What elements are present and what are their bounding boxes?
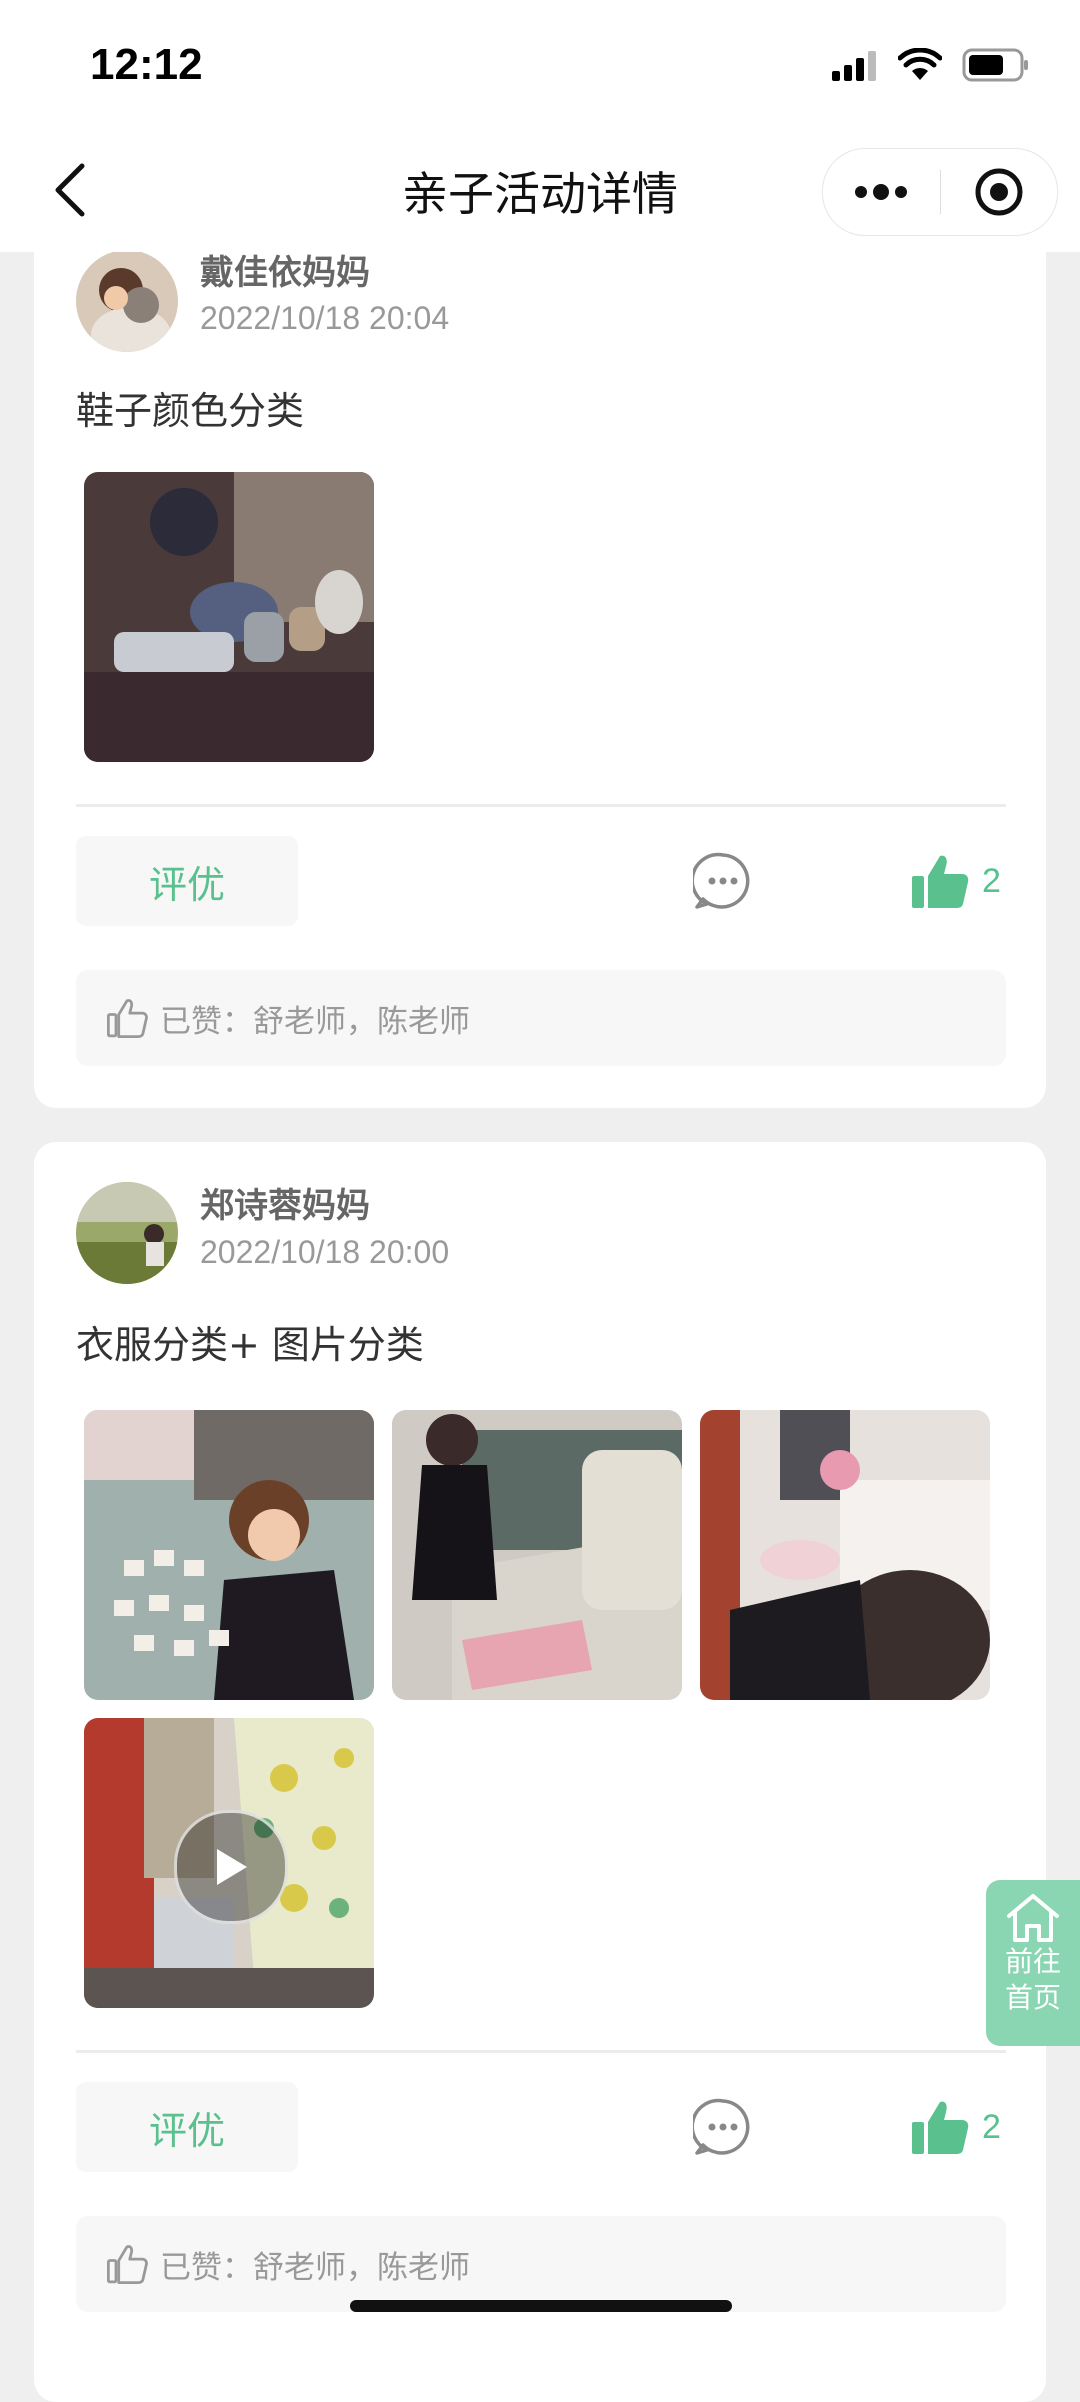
post-date: 2022/10/18 20:00: [200, 1234, 450, 1270]
comment-icon: [693, 852, 750, 909]
chevron-left-icon: [55, 163, 85, 217]
divider: [76, 804, 1006, 807]
more-button[interactable]: [823, 149, 940, 235]
rate-excellent-button[interactable]: 评优: [76, 2082, 298, 2172]
like-count: 2: [982, 861, 1001, 900]
post-card: 戴佳依妈妈 2022/10/18 20:04 鞋子颜色分类 评优 2 已赞：舒老…: [34, 140, 1046, 1108]
go-home-button[interactable]: 前往 首页: [986, 1880, 1080, 2046]
divider: [76, 2050, 1006, 2053]
post-photo[interactable]: [84, 472, 374, 762]
thumbs-up-filled-icon: [912, 2101, 969, 2154]
thumbs-up-outline-icon: [107, 999, 148, 1038]
likes-summary: 已赞：舒老师，陈老师: [76, 970, 1006, 1066]
more-dots-icon: [855, 184, 908, 200]
thumbs-up-filled-icon: [912, 855, 969, 908]
likes-text: 已赞：舒老师，陈老师: [160, 2249, 470, 2286]
home-label-line1: 前往: [1004, 1945, 1061, 1978]
post-photo[interactable]: [700, 1410, 990, 1700]
comment-icon: [693, 2098, 750, 2155]
thumbs-up-outline-icon: [107, 2245, 148, 2284]
close-miniprogram-button[interactable]: [941, 149, 1058, 235]
like-button[interactable]: 2: [910, 2092, 1001, 2162]
home-indicator: [350, 2300, 732, 2312]
comment-button[interactable]: [688, 2092, 758, 2162]
mini-program-capsule: [822, 148, 1058, 236]
likes-text: 已赞：舒老师，陈老师: [160, 1003, 470, 1040]
comment-button[interactable]: [688, 846, 758, 916]
back-button[interactable]: [40, 160, 100, 220]
author-name: 戴佳依妈妈: [200, 253, 370, 293]
target-close-icon: [975, 168, 1023, 216]
post-photo[interactable]: [84, 1410, 374, 1700]
wifi-icon: [898, 48, 942, 80]
post-date: 2022/10/18 20:04: [200, 300, 450, 336]
post-photo[interactable]: [392, 1410, 682, 1700]
like-count: 2: [982, 2107, 1001, 2146]
author-name: 郑诗蓉妈妈: [200, 1186, 370, 1226]
play-icon[interactable]: [174, 1810, 288, 1924]
signal-icon: [832, 51, 876, 81]
home-icon: [1007, 1894, 1059, 1942]
rate-excellent-button[interactable]: 评优: [76, 836, 298, 926]
status-icons: [830, 48, 1030, 82]
post-card: 郑诗蓉妈妈 2022/10/18 20:00 衣服分类+ 图片分类 评优 2 已…: [34, 1142, 1046, 2402]
post-video[interactable]: [84, 1718, 374, 2008]
home-label-line2: 首页: [1004, 1981, 1061, 2014]
battery-icon: [962, 48, 1028, 82]
post-text: 衣服分类+ 图片分类: [76, 1323, 424, 1367]
status-time: 12:12: [90, 40, 203, 89]
avatar[interactable]: [76, 250, 178, 352]
post-text: 鞋子颜色分类: [76, 389, 305, 433]
likes-summary: 已赞：舒老师，陈老师: [76, 2216, 1006, 2312]
avatar[interactable]: [76, 1182, 178, 1284]
status-bar: 12:12: [0, 0, 1080, 130]
nav-bar: 亲子活动详情: [0, 130, 1080, 252]
like-button[interactable]: 2: [910, 846, 1001, 916]
